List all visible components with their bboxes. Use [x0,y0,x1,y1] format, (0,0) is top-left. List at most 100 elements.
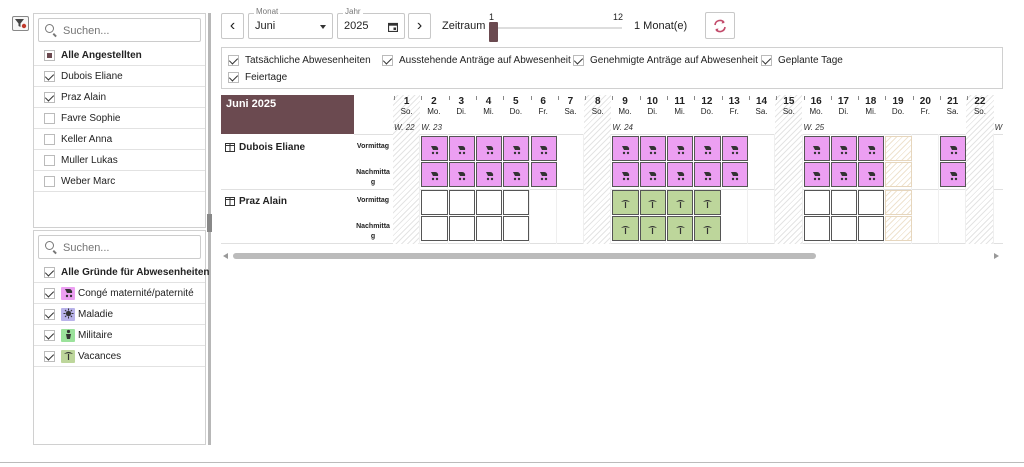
holiday-cell[interactable] [885,136,912,161]
workday-cell[interactable] [448,216,475,241]
absence-cell-maternity[interactable] [667,162,694,187]
absence-cell-maternity[interactable] [858,136,885,161]
absence-cell-maternity[interactable] [639,136,666,161]
absence-cell-maternity[interactable] [503,162,530,187]
absence-cell-maternity[interactable] [803,162,830,187]
reason-checkbox[interactable] [44,266,55,278]
absence-cell-vacation[interactable] [639,190,666,215]
holiday-cell[interactable] [885,162,912,187]
absence-cell-maternity[interactable] [503,136,530,161]
employee-item[interactable]: Weber Marc [34,172,205,192]
splitter-handle[interactable] [207,214,212,232]
display-option[interactable]: Genehmigte Anträge auf Abwesenheit [573,55,758,66]
display-option[interactable]: Ausstehende Anträge auf Abwesenheit [382,55,571,66]
absence-cell-maternity[interactable] [721,136,748,161]
absence-cell-maternity[interactable] [530,136,557,161]
employee-checkbox[interactable] [44,112,55,124]
absence-cell-vacation[interactable] [694,190,721,215]
employee-checkbox[interactable] [44,133,55,145]
employee-search-box[interactable] [38,18,215,42]
reason-search-input[interactable] [61,239,215,257]
absence-cell-maternity[interactable] [803,136,830,161]
absence-cell-maternity[interactable] [448,162,475,187]
employee-item[interactable]: Dubois Eliane [34,67,205,87]
display-option-checkbox[interactable] [382,55,393,66]
absence-cell-maternity[interactable] [448,136,475,161]
workday-cell[interactable] [475,216,503,241]
absence-cell-maternity[interactable] [475,162,503,187]
workday-cell[interactable] [830,190,858,215]
reason-item[interactable]: Congé maternité/paternité [34,284,205,304]
absence-cell-maternity[interactable] [694,136,721,161]
absence-cell-maternity[interactable] [667,136,694,161]
absence-cell-maternity[interactable] [694,162,721,187]
reason-item[interactable]: Vacances [34,347,205,367]
employee-checkbox[interactable] [44,175,55,187]
absence-cell-maternity[interactable] [858,162,885,187]
range-slider-track[interactable] [492,27,622,29]
display-option-checkbox[interactable] [228,55,239,66]
reason-checkbox[interactable] [44,329,55,341]
year-input[interactable]: Jahr 2025 [337,7,405,39]
workday-cell[interactable] [858,216,885,241]
workday-cell[interactable] [830,216,858,241]
absence-cell-maternity[interactable] [421,136,448,161]
calendar-icon[interactable] [388,22,398,32]
absence-cell-maternity[interactable] [940,136,967,161]
workday-cell[interactable] [803,190,830,215]
employee-checkbox[interactable] [44,91,55,103]
display-option-checkbox[interactable] [573,55,584,66]
reason-checkbox[interactable] [44,287,55,299]
scroll-right-icon[interactable] [994,253,999,259]
display-option[interactable]: Tatsächliche Abwesenheiten [228,55,371,66]
absence-cell-maternity[interactable] [612,136,639,161]
display-option-checkbox[interactable] [228,72,239,83]
refresh-button[interactable] [705,12,735,39]
workday-cell[interactable] [503,216,530,241]
absence-cell-vacation[interactable] [667,190,694,215]
workday-cell[interactable] [858,190,885,215]
scroll-left-icon[interactable] [223,253,228,259]
holiday-cell[interactable] [885,190,912,215]
employee-item[interactable]: Favre Sophie [34,109,205,129]
absence-cell-maternity[interactable] [639,162,666,187]
scrollbar-thumb[interactable] [233,253,816,259]
reason-item[interactable]: Militaire [34,326,205,346]
absence-cell-vacation[interactable] [612,216,639,241]
holiday-cell[interactable] [885,216,912,241]
previous-month-button[interactable]: ‹ [221,13,244,39]
absence-cell-maternity[interactable] [830,162,858,187]
display-option-checkbox[interactable] [761,55,772,66]
absence-cell-maternity[interactable] [475,136,503,161]
absence-cell-maternity[interactable] [612,162,639,187]
reason-search-box[interactable] [38,235,215,259]
absence-cell-maternity[interactable] [530,162,557,187]
reason-checkbox[interactable] [44,350,55,362]
employee-item[interactable]: Alle Angestellten [34,46,205,66]
employee-item[interactable]: Muller Lukas [34,151,205,171]
absence-cell-maternity[interactable] [830,136,858,161]
absence-cell-maternity[interactable] [940,162,967,187]
workday-cell[interactable] [503,190,530,215]
reason-item[interactable]: Alle Gründe für Abwesenheiten [34,263,210,283]
employee-row-name[interactable]: Praz Alain [225,196,287,207]
workday-cell[interactable] [803,216,830,241]
absence-cell-vacation[interactable] [667,216,694,241]
reason-item[interactable]: Maladie [34,305,205,325]
employee-row-name[interactable]: Dubois Eliane [225,142,305,153]
filter-toggle-button[interactable] [12,16,29,31]
employee-checkbox[interactable] [44,154,55,166]
calendar-scrollbar[interactable] [221,252,1003,261]
employee-item[interactable]: Keller Anna [34,130,205,150]
month-select[interactable]: Monat Juni [248,7,333,39]
employee-checkbox[interactable] [44,49,55,61]
display-option[interactable]: Feiertage [228,72,287,83]
absence-cell-maternity[interactable] [421,162,448,187]
absence-cell-vacation[interactable] [612,190,639,215]
employee-item[interactable]: Praz Alain [34,88,205,108]
absence-cell-vacation[interactable] [639,216,666,241]
workday-cell[interactable] [421,190,448,215]
absence-cell-maternity[interactable] [721,162,748,187]
workday-cell[interactable] [448,190,475,215]
employee-checkbox[interactable] [44,70,55,82]
